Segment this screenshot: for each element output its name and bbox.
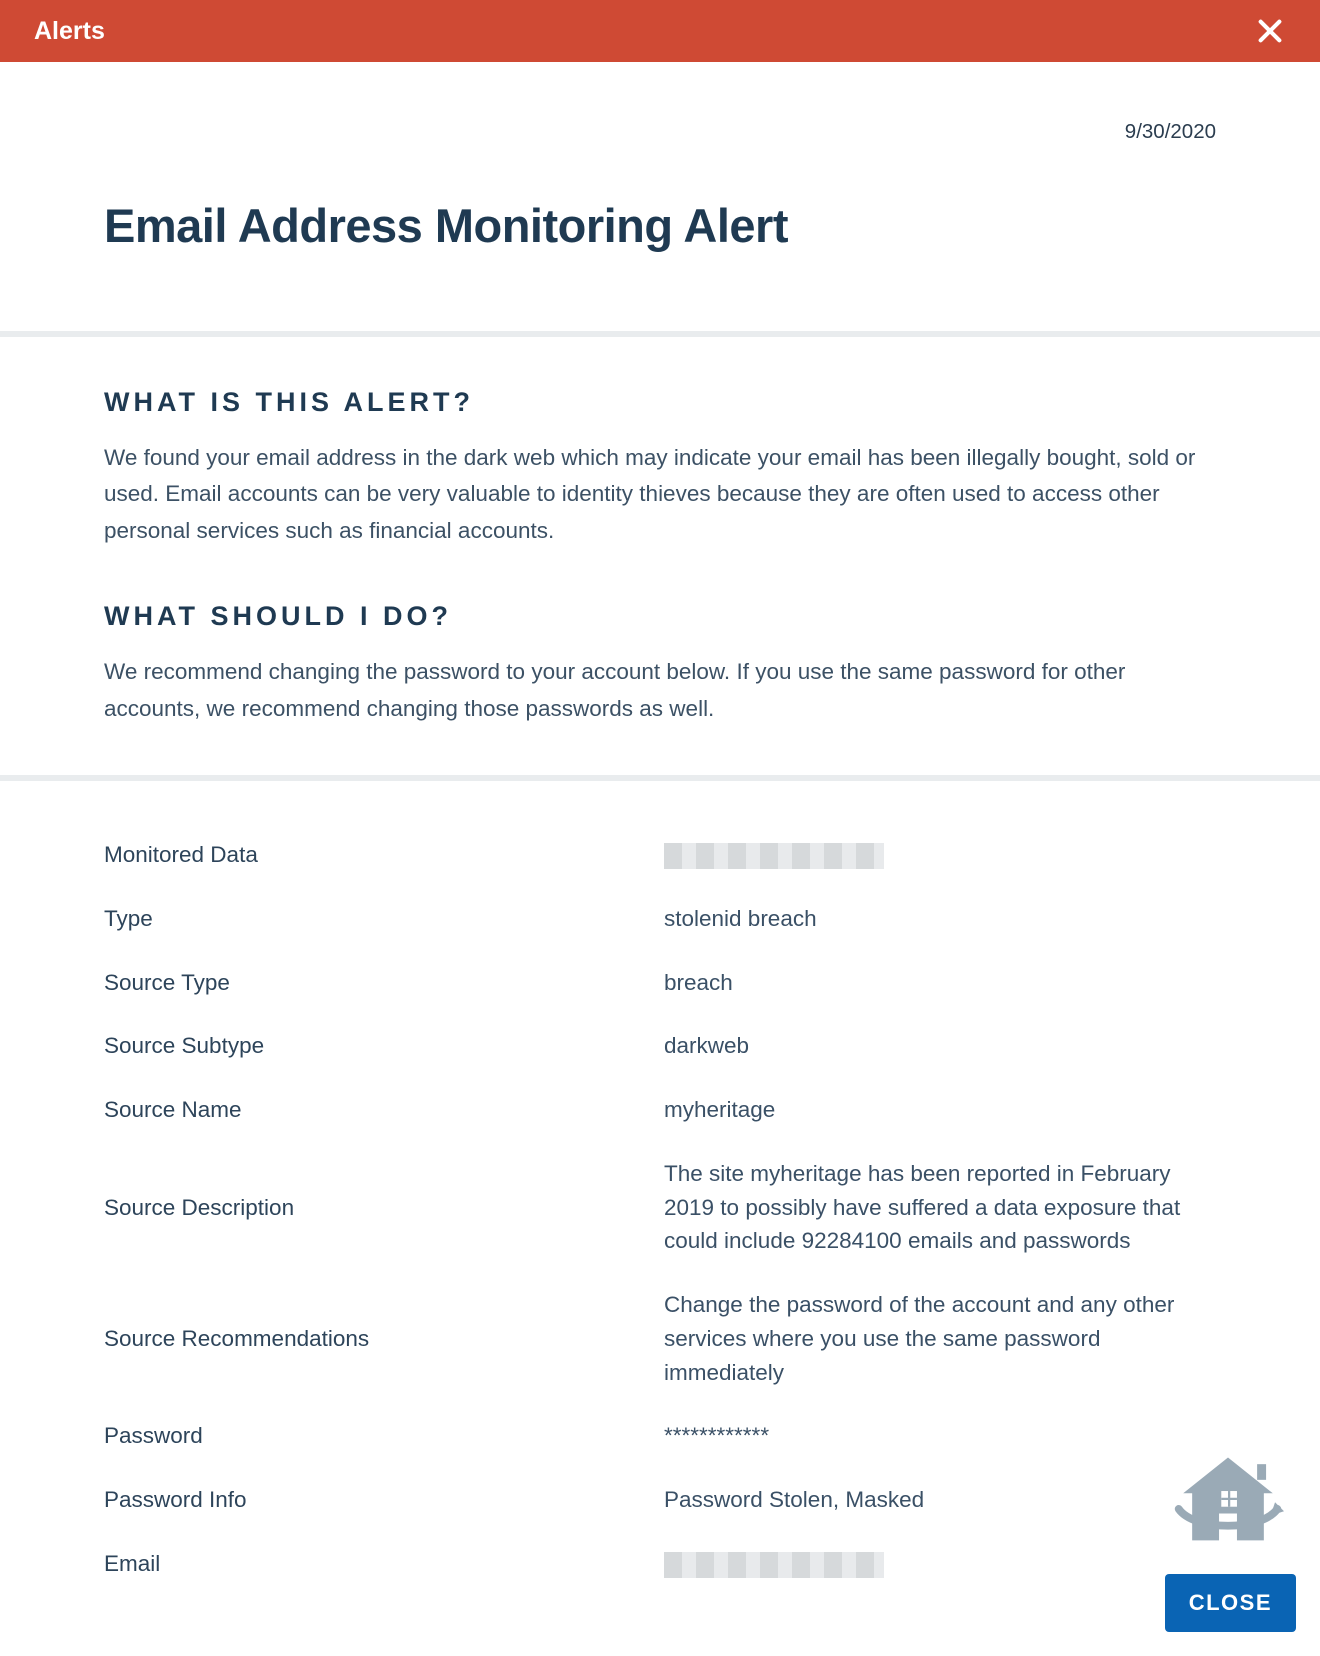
- table-row: Typestolenid breach: [104, 887, 1216, 951]
- table-row: Password InfoPassword Stolen, Masked: [104, 1468, 1216, 1532]
- section-body-what-do: We recommend changing the password to yo…: [104, 654, 1216, 727]
- detail-label: Monitored Data: [104, 823, 664, 887]
- table-row: Monitored Data: [104, 823, 1216, 887]
- table-row: Source Typebreach: [104, 951, 1216, 1015]
- table-row: Password************: [104, 1404, 1216, 1468]
- details-table: Monitored DataTypestolenid breachSource …: [104, 823, 1216, 1596]
- detail-value: The site myheritage has been reported in…: [664, 1142, 1216, 1273]
- detail-value: Password Stolen, Masked: [664, 1468, 1216, 1532]
- detail-value: Change the password of the account and a…: [664, 1273, 1216, 1404]
- detail-label: Type: [104, 887, 664, 951]
- alert-date: 9/30/2020: [104, 120, 1216, 144]
- house-shield-icon: [1172, 1444, 1284, 1556]
- detail-value: darkweb: [664, 1014, 1216, 1078]
- detail-value: ************: [664, 1404, 1216, 1468]
- header-title: Alerts: [34, 17, 105, 46]
- section-heading-what-do: WHAT SHOULD I DO?: [104, 601, 1216, 632]
- detail-label: Source Name: [104, 1078, 664, 1142]
- detail-label: Password: [104, 1404, 664, 1468]
- detail-value: [664, 823, 1216, 887]
- alert-title: Email Address Monitoring Alert: [104, 198, 1216, 253]
- detail-value: breach: [664, 951, 1216, 1015]
- detail-value: stolenid breach: [664, 887, 1216, 951]
- detail-label: Source Recommendations: [104, 1273, 664, 1404]
- section-heading-what-is: WHAT IS THIS ALERT?: [104, 387, 1216, 418]
- alert-header-block: 9/30/2020 Email Address Monitoring Alert: [0, 62, 1320, 337]
- alert-details-block: Monitored DataTypestolenid breachSource …: [0, 781, 1320, 1656]
- alert-explanation-block: WHAT IS THIS ALERT? We found your email …: [0, 337, 1320, 781]
- close-icon[interactable]: [1250, 11, 1290, 51]
- section-body-what-is: We found your email address in the dark …: [104, 440, 1216, 549]
- table-row: Source RecommendationsChange the passwor…: [104, 1273, 1216, 1404]
- table-row: Email: [104, 1532, 1216, 1596]
- detail-label: Source Description: [104, 1142, 664, 1273]
- table-row: Source Namemyheritage: [104, 1078, 1216, 1142]
- detail-value: [664, 1532, 1216, 1596]
- detail-label: Email: [104, 1532, 664, 1596]
- table-row: Source Subtypedarkweb: [104, 1014, 1216, 1078]
- table-row: Source DescriptionThe site myheritage ha…: [104, 1142, 1216, 1273]
- header-bar: Alerts: [0, 0, 1320, 62]
- redacted-value: [664, 1552, 884, 1578]
- redacted-value: [664, 843, 884, 869]
- detail-label: Password Info: [104, 1468, 664, 1532]
- detail-label: Source Type: [104, 951, 664, 1015]
- detail-label: Source Subtype: [104, 1014, 664, 1078]
- close-button[interactable]: CLOSE: [1165, 1574, 1296, 1632]
- detail-value: myheritage: [664, 1078, 1216, 1142]
